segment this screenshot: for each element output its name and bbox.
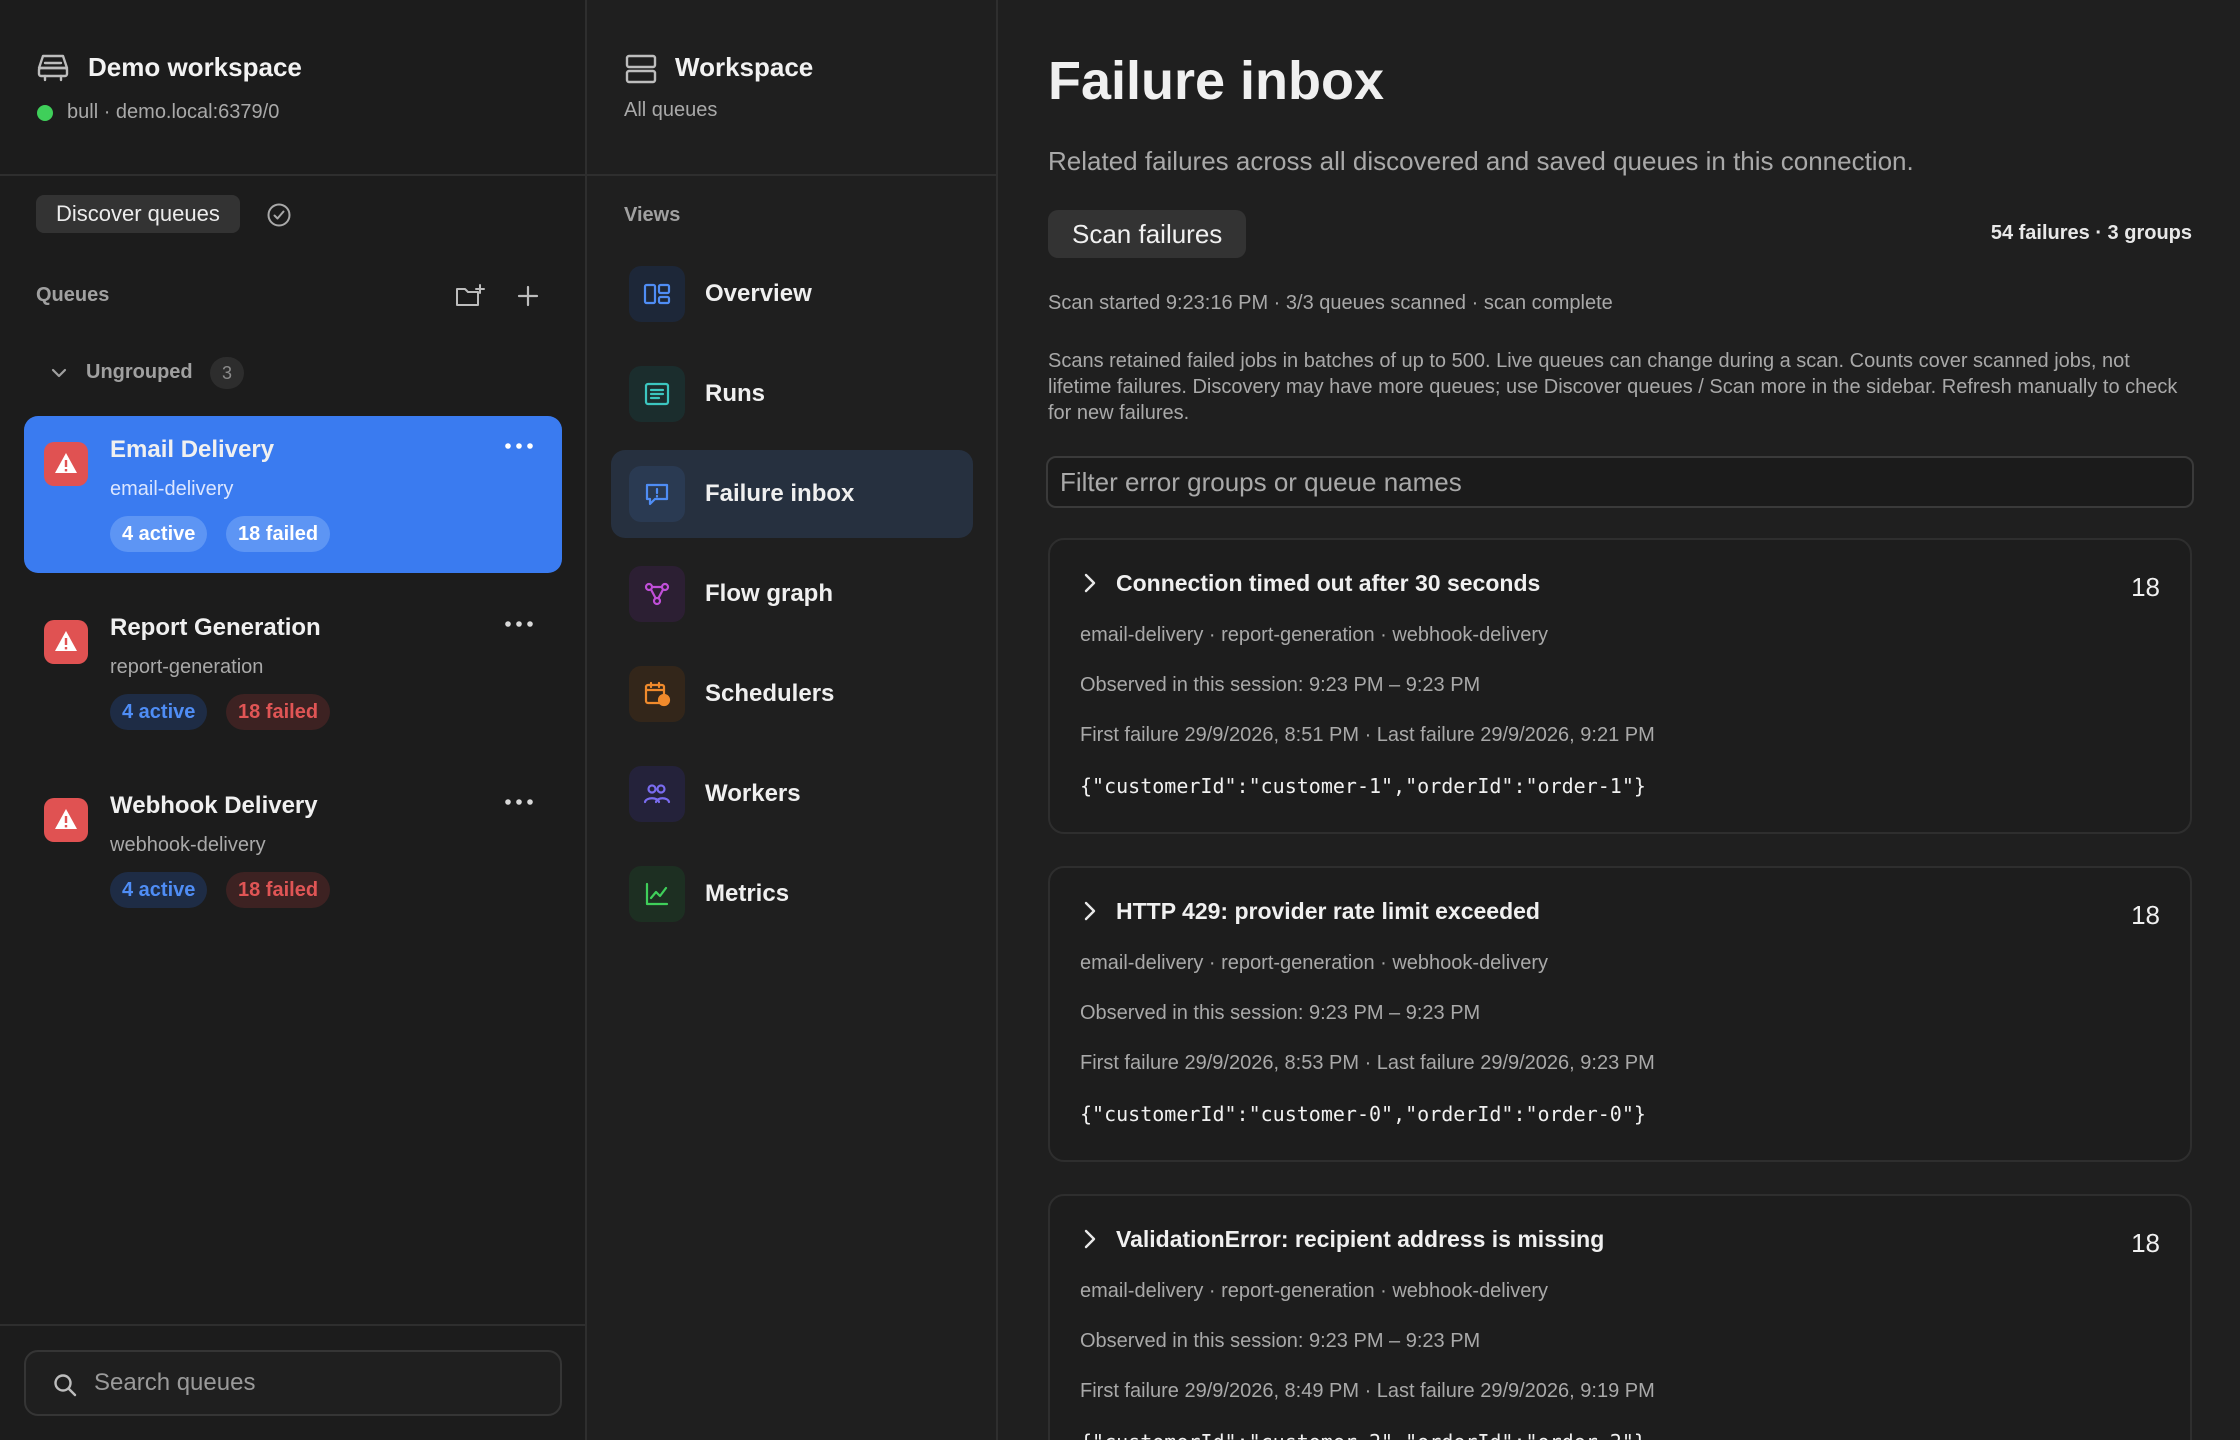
flow-graph-icon — [629, 566, 685, 622]
queue-name: Report Generation — [110, 614, 321, 641]
failure-group-payload: {"customerId":"customer-2","orderId":"or… — [1080, 1430, 1646, 1440]
failure-group-payload: {"customerId":"customer-1","orderId":"or… — [1080, 774, 1646, 798]
inbox-icon — [629, 466, 685, 522]
queue-name: Email Delivery — [110, 436, 275, 463]
group-count-badge: 3 — [210, 357, 244, 389]
failure-group-payload: {"customerId":"customer-0","orderId":"or… — [1080, 1102, 1646, 1126]
nav-label: Flow graph — [705, 580, 833, 607]
queues-section-label: Queues — [36, 284, 110, 306]
failure-group-range: First failure 29/9/2026, 8:51 PM · Last … — [1080, 724, 1655, 746]
new-folder-icon[interactable] — [454, 282, 486, 310]
runs-icon — [629, 366, 685, 422]
overview-icon — [629, 266, 685, 322]
warning-icon — [44, 442, 88, 486]
active-count-badge: 4 active — [110, 872, 208, 908]
failed-count-badge: 18 failed — [226, 516, 331, 552]
failure-group-range: First failure 29/9/2026, 8:53 PM · Last … — [1080, 1052, 1655, 1074]
warning-icon — [44, 620, 88, 664]
group-label[interactable]: Ungrouped — [86, 361, 193, 384]
server-icon — [37, 54, 69, 82]
more-options-icon[interactable] — [504, 440, 534, 452]
nav-label: Runs — [705, 380, 765, 407]
views-title: Workspace — [675, 52, 814, 82]
nav-item-metrics[interactable]: Metrics — [611, 850, 973, 938]
failure-group-queues: email-delivery · report-generation · web… — [1080, 624, 1548, 646]
nav-item-runs[interactable]: Runs — [611, 350, 973, 438]
failure-group-count: 18 — [2131, 1228, 2160, 1258]
queue-item-report-generation[interactable]: Report Generation report-generation 4 ac… — [24, 594, 562, 751]
failure-group-observed: Observed in this session: 9:23 PM – 9:23… — [1080, 1002, 1481, 1024]
search-icon — [54, 1374, 77, 1397]
failure-inbox-panel: Failure inbox Related failures across al… — [1000, 0, 2240, 1440]
failure-group-title: HTTP 429: provider rate limit exceeded — [1116, 898, 1540, 924]
page-description: Related failures across all discovered a… — [1048, 146, 1914, 176]
failure-group-range: First failure 29/9/2026, 8:49 PM · Last … — [1080, 1380, 1655, 1402]
queue-item-email-delivery[interactable]: Email Delivery email-delivery 4 active 1… — [24, 416, 562, 573]
nav-item-schedulers[interactable]: Schedulers — [611, 650, 973, 738]
search-box[interactable] — [24, 1350, 562, 1416]
nav-label: Workers — [705, 780, 801, 807]
scan-failures-button[interactable]: Scan failures — [1048, 210, 1247, 258]
workspace-title: Demo workspace — [88, 52, 302, 82]
chevron-right-icon[interactable] — [1080, 898, 1100, 924]
filter-input[interactable] — [1060, 458, 2180, 506]
filter-box[interactable] — [1046, 456, 2194, 508]
views-section-label: Views — [624, 204, 681, 226]
failure-group[interactable]: Connection timed out after 30 seconds 18… — [1048, 538, 2192, 834]
queue-id: report-generation — [110, 656, 264, 678]
failure-summary: 54 failures · 3 groups — [1990, 222, 2192, 244]
chevron-right-icon[interactable] — [1080, 1226, 1100, 1252]
nav-label: Schedulers — [705, 680, 835, 707]
discover-queues-button[interactable]: Discover queues — [36, 195, 240, 233]
failure-group-title: ValidationError: recipient address is mi… — [1116, 1226, 1605, 1252]
nav-item-workers[interactable]: Workers — [611, 750, 973, 838]
failure-group-queues: email-delivery · report-generation · web… — [1080, 1280, 1548, 1302]
scan-status: Scan started 9:23:16 PM · 3/3 queues sca… — [1048, 292, 1613, 314]
failure-group-observed: Observed in this session: 9:23 PM – 9:23… — [1080, 1330, 1481, 1352]
failure-group-count: 18 — [2131, 572, 2160, 602]
nav-label: Overview — [705, 280, 812, 307]
more-options-icon[interactable] — [504, 796, 534, 808]
workspace-icon — [625, 54, 657, 84]
scan-note: Scans retained failed jobs in batches of… — [1048, 350, 2178, 424]
chevron-down-icon[interactable] — [48, 362, 70, 384]
nav-item-overview[interactable]: Overview — [611, 250, 973, 338]
queue-name: Webhook Delivery — [110, 792, 318, 819]
failure-group-queues: email-delivery · report-generation · web… — [1080, 952, 1548, 974]
workspace-header: Demo workspace bull · demo.local:6379/0 — [0, 0, 585, 176]
nav-label: Failure inbox — [705, 480, 855, 507]
nav-label: Metrics — [705, 880, 790, 907]
failure-group-count: 18 — [2131, 900, 2160, 930]
connection-status-dot — [37, 105, 53, 121]
failure-group-observed: Observed in this session: 9:23 PM – 9:23… — [1080, 674, 1481, 696]
queue-sidebar: Demo workspace bull · demo.local:6379/0 … — [0, 0, 587, 1440]
active-count-badge: 4 active — [110, 694, 208, 730]
views-panel: Workspace All queues Views Overview Runs… — [587, 0, 998, 1440]
divider — [0, 1324, 585, 1326]
workers-icon — [629, 766, 685, 822]
warning-icon — [44, 798, 88, 842]
queue-id: email-delivery — [110, 478, 234, 500]
failure-group[interactable]: HTTP 429: provider rate limit exceeded 1… — [1048, 866, 2192, 1162]
more-options-icon[interactable] — [504, 618, 534, 630]
search-input[interactable] — [94, 1352, 544, 1414]
connection-string: bull · demo.local:6379/0 — [67, 101, 280, 123]
active-count-badge: 4 active — [110, 516, 208, 552]
failed-count-badge: 18 failed — [226, 694, 331, 730]
metrics-icon — [629, 866, 685, 922]
scheduler-icon — [629, 666, 685, 722]
queue-item-webhook-delivery[interactable]: Webhook Delivery webhook-delivery 4 acti… — [24, 772, 562, 929]
nav-item-failure-inbox[interactable]: Failure inbox — [611, 450, 973, 538]
failed-count-badge: 18 failed — [226, 872, 331, 908]
nav-item-flow-graph[interactable]: Flow graph — [611, 550, 973, 638]
page-title: Failure inbox — [1048, 51, 1385, 111]
chevron-right-icon[interactable] — [1080, 570, 1100, 596]
views-subtitle: All queues — [624, 99, 718, 121]
views-header: Workspace All queues — [587, 0, 996, 176]
failure-group[interactable]: ValidationError: recipient address is mi… — [1048, 1194, 2192, 1440]
queue-id: webhook-delivery — [110, 834, 266, 856]
add-queue-icon[interactable] — [514, 282, 542, 310]
failure-group-title: Connection timed out after 30 seconds — [1116, 570, 1541, 596]
check-circle-icon — [267, 203, 291, 227]
